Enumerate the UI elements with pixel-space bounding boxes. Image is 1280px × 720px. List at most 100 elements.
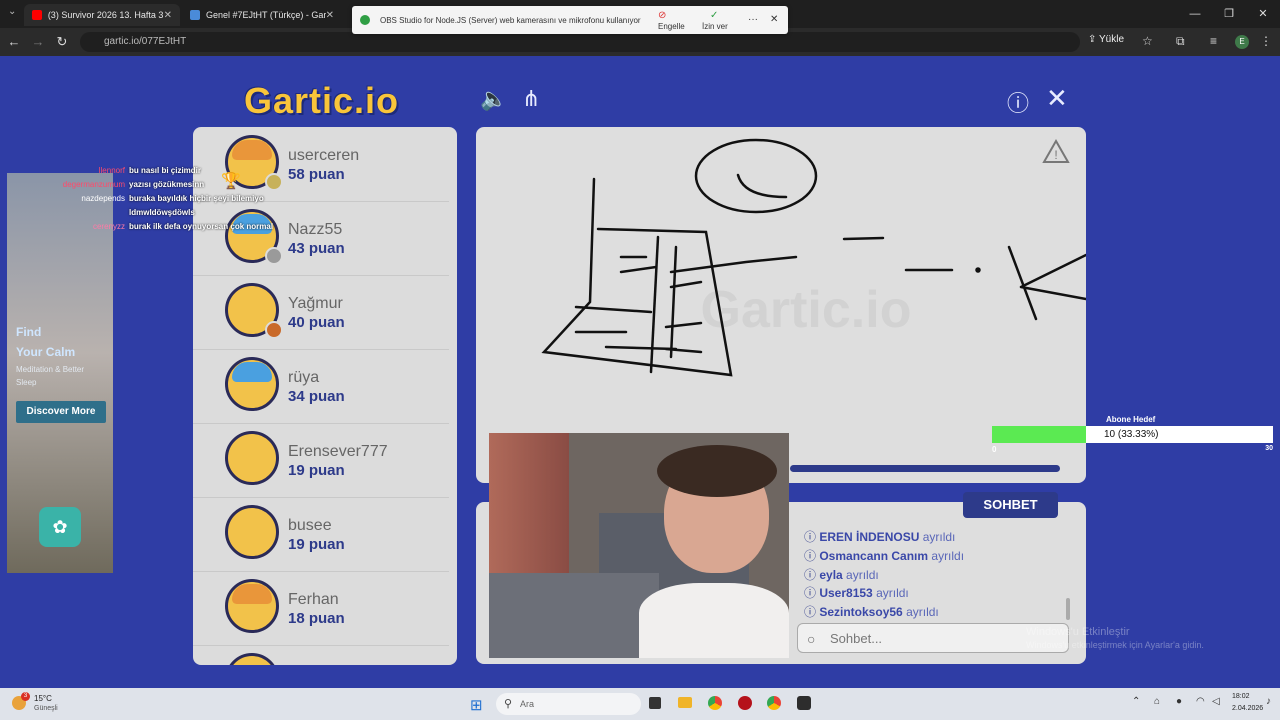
notification-text: OBS Studio for Node.JS (Server) web kame… — [380, 16, 641, 25]
player-name: Erensever777 — [288, 443, 388, 460]
more-dots-icon[interactable]: ··· — [748, 14, 758, 25]
info-icon: ⓘ — [804, 605, 820, 619]
url-field[interactable]: gartic.io/077EJtHT — [80, 32, 1080, 52]
player-row[interactable]: kinderen — [193, 645, 449, 665]
profile-avatar[interactable]: E — [1235, 35, 1249, 49]
ad-title-2: Your Calm — [16, 345, 76, 359]
player-name: busee — [288, 517, 332, 534]
block-button[interactable]: Engelle — [658, 22, 685, 31]
player-row[interactable]: Yağmur 40 puan — [193, 275, 449, 350]
player-row[interactable]: 🏆 userceren 58 puan — [193, 127, 449, 202]
task-view-icon[interactable] — [649, 697, 661, 709]
chat-placeholder: Sohbet... — [830, 631, 883, 646]
bookmark-star-icon[interactable]: ☆ — [1142, 34, 1153, 48]
reload-icon[interactable]: ↻ — [54, 34, 70, 50]
chat-user: eyla — [819, 568, 843, 582]
info-icon: ⓘ — [804, 568, 820, 582]
chat-action: ayrıldı — [906, 605, 939, 619]
notification-bell-icon[interactable]: ♪ — [1266, 696, 1271, 707]
taskbar: 3 15°C Güneşli ⊞ ⚲ Ara ⌃ ⌂ ● ◠ ◁ 18:02 2… — [0, 688, 1280, 720]
taskbar-search[interactable]: ⚲ Ara — [496, 693, 641, 715]
chat-scrollbar[interactable] — [1066, 598, 1070, 620]
tab-list-chevron-icon[interactable]: ⌄ — [8, 6, 16, 17]
chat-message: ⓘ eyla ayrıldı — [804, 566, 879, 583]
gartic-logo: Gartic.io — [244, 80, 400, 121]
chat-user: User8153 — [819, 586, 873, 600]
upload-button[interactable]: ⇪ Yükle — [1088, 34, 1124, 45]
player-score: 43 puan — [288, 240, 345, 257]
status-dot — [265, 321, 283, 339]
block-icon: ⊘ — [658, 10, 667, 21]
upload-icon: ⇪ — [1088, 34, 1099, 45]
obs-icon[interactable] — [797, 696, 811, 710]
extensions-icon[interactable]: ⧉ — [1176, 34, 1185, 49]
close-icon[interactable]: ✕ — [770, 14, 778, 25]
maximize-icon[interactable]: ❐ — [1212, 0, 1246, 28]
stream-chat-line: llennorf bu nasıl bi çizimdir — [30, 166, 201, 175]
wifi-icon[interactable]: ◠ — [1196, 696, 1205, 707]
player-name: userceren — [288, 147, 360, 164]
app-icon[interactable] — [738, 696, 752, 710]
stream-chat-line: ldmwldöwşdöwls — [30, 208, 195, 217]
file-explorer-icon[interactable] — [678, 697, 692, 708]
close-icon[interactable]: ✕ — [164, 10, 172, 21]
webcam-overlay — [489, 433, 789, 658]
tab-survivor[interactable]: (3) Survivor 2026 13. Hafta 3. Bö ✕ — [24, 4, 180, 26]
tab-label: (3) Survivor 2026 13. Hafta 3. Bö — [47, 10, 164, 20]
chat-tab[interactable]: SOHBET — [963, 492, 1058, 518]
goal-min: 0 — [992, 445, 997, 454]
avatar — [225, 357, 279, 411]
close-icon[interactable]: ✕ — [326, 10, 334, 21]
avatar — [225, 505, 279, 559]
player-row[interactable]: Ferhan 18 puan — [193, 571, 449, 646]
media-icon[interactable]: ≡ — [1210, 34, 1217, 48]
youtube-icon — [32, 10, 42, 20]
info-icon: ⓘ — [804, 549, 820, 563]
goal-title: Abone Hedef — [1106, 415, 1156, 424]
stream-chat-user: llennorf — [98, 166, 125, 175]
minimize-icon[interactable]: — — [1178, 0, 1212, 28]
network-icon[interactable]: ⌂ — [1154, 696, 1160, 707]
close-window-icon[interactable]: ✕ — [1246, 0, 1280, 28]
upload-label: Yükle — [1098, 34, 1124, 45]
tab-gartic[interactable]: Genel #7EJtHT (Türkçe) - Gartic ✕ — [182, 4, 342, 26]
ad-cta-button[interactable]: Discover More — [16, 401, 106, 423]
search-placeholder: Ara — [520, 699, 535, 709]
mic-icon[interactable]: ● — [1176, 696, 1182, 707]
activate-subtitle: Windows'u etkinleştirmek için Ayarlar'a … — [1026, 640, 1204, 650]
chrome-icon[interactable] — [767, 696, 781, 710]
stream-chat-msg: buraka bayıldık hiçbir şeyi bilemiyo — [129, 194, 264, 203]
back-arrow-icon[interactable]: ← — [6, 34, 22, 49]
menu-dots-icon[interactable]: ⋮ — [1260, 34, 1272, 48]
info-icon[interactable]: ⓘ — [1007, 86, 1029, 118]
player-row[interactable]: rüya 34 puan — [193, 349, 449, 424]
tray-chevron-icon[interactable]: ⌃ — [1132, 696, 1140, 707]
forward-arrow-icon[interactable]: → — [30, 34, 46, 49]
player-list: 🏆 userceren 58 puan Nazz55 43 puan Yağmu… — [193, 127, 457, 665]
player-row[interactable]: busee 19 puan — [193, 497, 449, 572]
clock-date[interactable]: 2.04.2026 — [1232, 705, 1263, 712]
allow-button[interactable]: İzin ver — [702, 22, 728, 31]
avatar — [225, 579, 279, 633]
info-icon: ⓘ — [804, 586, 820, 600]
close-icon[interactable]: ✕ — [1046, 83, 1068, 114]
speaker-icon[interactable]: 🔈 — [480, 86, 507, 112]
goal-fill — [992, 426, 1086, 443]
weather-badge: 3 — [21, 692, 30, 701]
status-dot — [265, 247, 283, 265]
report-warning-icon[interactable]: ! — [1042, 138, 1070, 163]
stream-chat-msg: ldmwldöwşdöwls — [129, 208, 195, 217]
chrome-icon[interactable] — [708, 696, 722, 710]
player-score: 58 puan — [288, 166, 345, 183]
player-row[interactable]: Erensever777 19 puan — [193, 423, 449, 498]
weather-desc: Güneşli — [34, 705, 58, 712]
player-score: 19 puan — [288, 536, 345, 553]
share-icon[interactable]: ⋔ — [522, 86, 540, 112]
ad-panel[interactable]: Find Your Calm Meditation & Better Sleep… — [7, 173, 113, 573]
windows-start-icon[interactable]: ⊞ — [470, 696, 483, 714]
player-score: 19 puan — [288, 462, 345, 479]
tab-label: Genel #7EJtHT (Türkçe) - Gartic — [205, 10, 326, 20]
player-row[interactable]: Nazz55 43 puan — [193, 201, 449, 276]
clock-time[interactable]: 18:02 — [1232, 693, 1250, 700]
volume-icon[interactable]: ◁ — [1212, 696, 1220, 707]
